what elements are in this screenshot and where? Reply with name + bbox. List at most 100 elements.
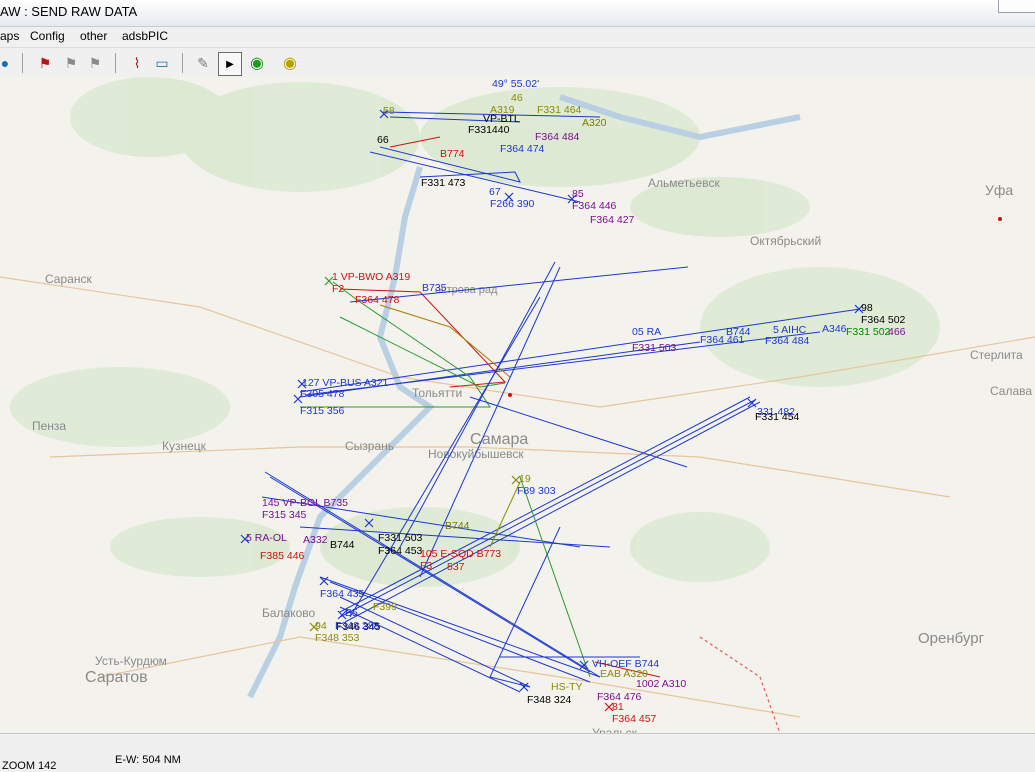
flight-label: F364 502 — [861, 314, 906, 326]
flight-label: F331 464 — [537, 104, 582, 116]
flight-label: F331 502 — [846, 326, 891, 338]
waypoint-marker — [998, 217, 1002, 221]
city-label: Оренбург — [918, 630, 985, 647]
city-label: Сызрань — [345, 439, 394, 453]
flight-label: 105 E-SQD B773 — [420, 548, 501, 560]
city-label: Кузнецк — [162, 439, 207, 453]
flight-label: 85 — [572, 188, 584, 200]
flight-label: 5 RA-OL — [246, 532, 287, 544]
yellow-dot-icon[interactable]: ◉ — [279, 52, 301, 74]
flight-label: F364 484 — [535, 131, 580, 143]
toolbar-separator — [115, 53, 116, 73]
flight-label: B744 — [330, 539, 355, 551]
flight-label: B735 — [422, 282, 447, 294]
graph-icon[interactable]: ⌇ — [126, 52, 148, 74]
toolbar: ● ⚑ ⚑ ⚑ ⌇ ▭ ✎ ▶ ◉ ◉ — [0, 47, 1035, 79]
menu-other[interactable]: other — [80, 29, 107, 43]
flight-label: F331 503 — [632, 342, 677, 354]
flight-label: F89 303 — [517, 485, 556, 497]
flight-label: F3 — [420, 560, 432, 572]
play-icon[interactable]: ▶ — [218, 52, 242, 76]
menu-adsbpic[interactable]: adsbPIC — [122, 29, 168, 43]
flight-label: F364 484 — [765, 335, 810, 347]
ew-distance-readout: E-W: 504 NM — [115, 754, 181, 766]
flight-label: 49° 55.02' — [492, 78, 539, 90]
flight-label: A332 — [303, 534, 328, 546]
flight-label: F399 — [373, 601, 397, 613]
map-view[interactable]: Саранск Альметьевск Октябрьский Уфа Стерлита… — [0, 77, 1035, 733]
flight-label: F364 478 — [355, 294, 400, 306]
flight-label: F2 — [332, 283, 344, 295]
window-title: AW : SEND RAW DATA — [0, 4, 138, 19]
flight-label: F331440 — [468, 124, 510, 136]
flight-label: F364 457 — [612, 713, 657, 725]
city-label: Усть-Курдюм — [95, 654, 167, 668]
flight-label: 5 AIHC — [773, 324, 807, 336]
flight-label: 81 — [612, 701, 624, 713]
flight-label: 19 — [519, 473, 531, 485]
aircraft-outline-icon[interactable]: ⚑ — [84, 52, 106, 74]
city-label: Уральск — [592, 726, 638, 733]
flight-label: F364 453 — [378, 545, 423, 557]
flight-label: F348 324 — [527, 694, 572, 706]
flight-label: F315 356 — [300, 405, 345, 417]
flight-label: F331 503 — [378, 532, 423, 544]
flight-label: B5 — [345, 607, 358, 619]
flight-label: 145 VP-BGL B735 — [262, 497, 348, 509]
window-close-button[interactable] — [998, 0, 1035, 13]
flight-label: F364 474 — [500, 143, 545, 155]
toolbar-separator — [182, 53, 183, 73]
green-dot-icon[interactable]: ◉ — [246, 52, 268, 74]
status-bar: ZOOM 142 E-W: 504 NM — [0, 733, 1035, 772]
flight-label: 58 — [383, 105, 395, 117]
flight-label: F364 435 — [320, 588, 365, 600]
flight-label: F266 390 — [490, 198, 535, 210]
city-label: Саратов — [85, 669, 148, 686]
tools-icon[interactable]: ✎ — [192, 52, 214, 74]
city-label: Пенза — [32, 419, 66, 433]
flight-label: 66 — [377, 134, 389, 146]
title-bar: AW : SEND RAW DATA — [0, 0, 1035, 27]
waypoint-marker — [508, 393, 512, 397]
flight-label: 1 VP-BWO A319 — [332, 271, 410, 283]
city-label: Стерлита — [970, 348, 1023, 362]
city-label: Тольятти — [412, 386, 462, 400]
flight-label: 05 RA — [632, 326, 661, 338]
flight-label: B744 — [445, 520, 470, 532]
menu-config[interactable]: Config — [30, 29, 65, 43]
flight-label: F385 446 — [260, 550, 305, 562]
map-canvas[interactable]: Саранск Альметьевск Октябрьский Уфа Стерлита… — [0, 77, 1035, 733]
flight-label: F348 288 — [335, 620, 380, 632]
globe-icon[interactable]: ● — [0, 52, 16, 74]
flight-label: 466 — [888, 326, 906, 338]
flight-label: F305 478 — [300, 388, 345, 400]
flight-label: F364 461 — [700, 334, 745, 346]
flight-label: F364 446 — [572, 200, 617, 212]
city-label: Саранск — [45, 272, 92, 286]
city-label: Салава — [990, 384, 1032, 398]
flight-label: F331 473 — [421, 177, 466, 189]
flight-label: 537 — [447, 561, 465, 573]
flight-label: 1002 A310 — [636, 678, 686, 690]
city-label: Самара — [470, 431, 528, 448]
menu-bar: aps Config other adsbPIC — [0, 27, 1035, 46]
monitor-icon[interactable]: ▭ — [151, 52, 173, 74]
aircraft-red-icon[interactable]: ⚑ — [34, 52, 56, 74]
flight-label: A346 — [822, 323, 847, 335]
flight-label: F315 345 — [262, 509, 307, 521]
city-label: Альметьевск — [648, 176, 720, 190]
toolbar-separator — [22, 53, 23, 73]
flight-label: F348 353 — [315, 632, 360, 644]
flight-label: 46 — [511, 92, 523, 104]
flight-label: B774 — [440, 148, 465, 160]
zoom-readout: ZOOM 142 — [2, 760, 57, 772]
flight-label: 94 — [315, 620, 327, 632]
flight-label: A320 — [582, 117, 607, 129]
city-label: Балаково — [262, 606, 316, 620]
menu-maps[interactable]: aps — [0, 29, 19, 43]
city-label: Новокуйбышевск — [428, 447, 524, 461]
city-layer: Саранск Альметьевск Октябрьский Уфа Стерлита… — [32, 176, 1032, 733]
aircraft-gray-icon[interactable]: ⚑ — [60, 52, 82, 74]
city-label: Октябрьский — [750, 234, 821, 248]
flight-label: 67 — [489, 186, 501, 198]
